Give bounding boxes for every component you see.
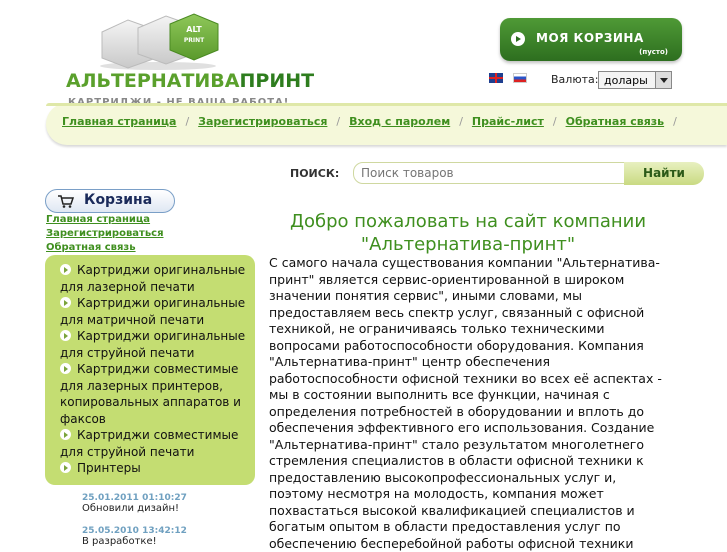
category-item[interactable]: Картриджи совместимые для лазерных принт… — [60, 361, 255, 427]
nav-feedback[interactable]: Обратная связь — [566, 115, 665, 128]
news-item: 25.05.2010 13:42:12 В разработке! — [82, 526, 232, 547]
russian-flag-icon[interactable] — [513, 73, 527, 83]
cart-button-label: Корзина — [84, 192, 153, 208]
shopping-cart-icon — [58, 195, 75, 212]
arrow-right-icon — [511, 32, 525, 46]
arrow-bullet-icon — [60, 429, 71, 440]
left-link-feedback[interactable]: Обратная связь — [46, 241, 164, 255]
category-label: Картриджи оригинальные для матричной печ… — [60, 296, 246, 327]
category-item[interactable]: Принтеры — [60, 460, 255, 477]
arrow-bullet-icon — [60, 264, 71, 275]
welcome-title-line1: Добро пожаловать на сайт компании — [289, 211, 647, 232]
news-date: 25.01.2011 01:10:27 — [82, 493, 187, 503]
arrow-bullet-icon — [60, 297, 71, 308]
nav-separator: / — [673, 115, 677, 128]
logo-badge-top: ALT — [186, 25, 202, 34]
arrow-bullet-icon — [60, 330, 71, 341]
my-cart-button[interactable]: МОЯ КОРЗИНА (пусто) — [500, 18, 682, 61]
search-button[interactable]: Найти — [624, 162, 704, 185]
my-cart-label: МОЯ КОРЗИНА — [536, 31, 644, 45]
logo-keys-graphic: ALT PRINT — [98, 12, 220, 70]
category-item[interactable]: Картриджи оригинальные для струйной печа… — [60, 328, 255, 361]
welcome-title-line2: "Альтернатива-принт" — [360, 234, 576, 255]
currency-label: Валюта: — [551, 73, 599, 86]
category-label: Картриджи оригинальные для струйной печа… — [60, 329, 246, 360]
category-label: Картриджи совместимые для струйной печат… — [60, 428, 239, 459]
search-input[interactable] — [353, 162, 629, 184]
left-links: Главная страница Зарегистрироваться Обра… — [46, 213, 164, 255]
nav-register[interactable]: Зарегистрироваться — [198, 115, 327, 128]
category-item[interactable]: Картриджи оригинальные для матричной печ… — [60, 295, 255, 328]
logo-title[interactable]: АЛЬТЕРНАТИВАПРИНТ — [66, 70, 314, 92]
category-label: Принтеры — [77, 461, 141, 475]
cart-button[interactable]: Корзина — [45, 189, 175, 213]
english-flag-icon[interactable] — [489, 73, 503, 83]
left-link-home[interactable]: Главная страница — [46, 213, 164, 227]
category-item[interactable]: Картриджи оригинальные для лазерной печа… — [60, 262, 255, 295]
arrow-bullet-icon — [60, 363, 71, 374]
nav-links: Главная страница / Зарегистрироваться / Вход… — [62, 115, 686, 128]
intro-paragraph: С самого начала существования компании "… — [269, 255, 662, 551]
nav-separator: / — [459, 115, 463, 128]
nav-separator: / — [336, 115, 341, 128]
welcome-title: Добро пожаловать на сайт компании "Альте… — [262, 210, 674, 256]
currency-select[interactable]: долары — [598, 71, 672, 89]
left-link-register[interactable]: Зарегистрироваться — [46, 227, 164, 241]
logo-title-part2: ПРИНТ — [239, 70, 315, 92]
category-list: Картриджи оригинальные для лазерной печа… — [60, 262, 255, 477]
news-date: 25.05.2010 13:42:12 — [82, 526, 187, 536]
search-label: ПОИСК: — [290, 167, 340, 180]
logo-badge-bottom: PRINT — [184, 37, 205, 44]
category-label: Картриджи совместимые для лазерных принт… — [60, 362, 241, 426]
nav-pricelist[interactable]: Прайс-лист — [472, 115, 544, 128]
cart-status: (пусто) — [639, 48, 668, 56]
news-item: 25.01.2011 01:10:27 Обновили дизайн! — [82, 493, 232, 514]
category-item[interactable]: Картриджи совместимые для струйной печат… — [60, 427, 255, 460]
nav-home[interactable]: Главная страница — [62, 115, 176, 128]
nav-separator: / — [552, 115, 557, 128]
arrow-bullet-icon — [60, 462, 71, 473]
nav-login[interactable]: Вход с паролем — [349, 115, 450, 128]
logo-title-part1: АЛЬТЕРНАТИВА — [66, 70, 240, 92]
news-text[interactable]: Обновили дизайн! — [82, 503, 232, 514]
news-text[interactable]: В разработке! — [82, 536, 232, 547]
chevron-down-icon[interactable] — [655, 72, 671, 88]
currency-value: долары — [604, 74, 648, 87]
category-label: Картриджи оригинальные для лазерной печа… — [60, 263, 246, 294]
nav-separator: / — [185, 115, 190, 128]
